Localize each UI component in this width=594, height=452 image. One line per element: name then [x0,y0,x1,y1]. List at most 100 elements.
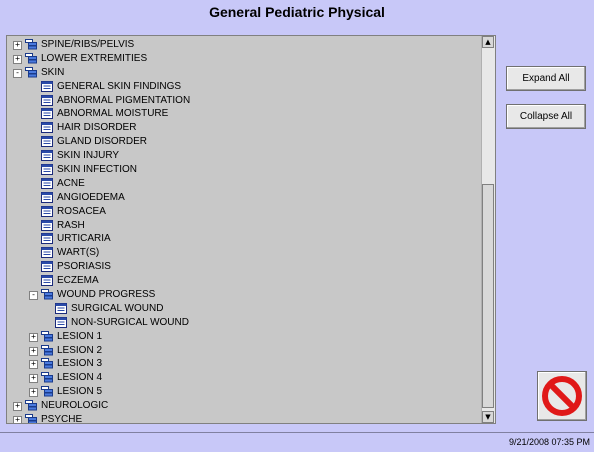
tree-item-label: GLAND DISORDER [57,136,148,148]
status-datetime: 9/21/2008 07:35 PM [508,437,590,447]
tree-item[interactable]: RASH [7,219,483,233]
tree-item-label: GENERAL SKIN FINDINGS [57,80,182,92]
tree-item[interactable]: + NEUROLOGIC [7,399,483,413]
expand-toggle-icon[interactable]: + [29,374,38,384]
tree-item-label: SKIN [41,66,65,78]
tree-item[interactable]: - SKIN [7,66,483,80]
tree-item-label: WART(S) [57,247,100,259]
tree-item[interactable]: + LESION 1 [7,330,483,344]
tree-item[interactable]: HAIR DISORDER [7,121,483,135]
folder-list-icon [25,66,37,78]
document-icon [55,316,67,328]
tree-item-label: SKIN INFECTION [57,164,138,176]
cancel-button[interactable] [537,371,587,421]
scroll-down-button[interactable]: ▼ [482,411,494,423]
tree-item[interactable]: - WOUND PROGRESS [7,288,483,302]
expand-toggle-icon[interactable]: + [29,332,38,342]
tree-item[interactable]: ANGIOEDEMA [7,191,483,205]
collapse-toggle-icon[interactable]: - [29,291,38,301]
tree-item-label: HAIR DISORDER [57,122,137,134]
tree-item[interactable]: SKIN INFECTION [7,163,483,177]
tree-item[interactable]: GLAND DISORDER [7,135,483,149]
folder-list-icon [41,372,53,383]
folder-list-icon [25,400,37,411]
tree-item-label: LESION 3 [57,358,103,370]
scroll-up-button[interactable]: ▲ [482,36,494,48]
document-icon [41,191,53,203]
tree-item[interactable]: ABNORMAL PIGMENTATION [7,94,483,108]
document-icon [41,233,53,245]
collapse-toggle-icon[interactable]: - [13,68,22,78]
tree-item[interactable]: + LESION 4 [7,371,483,385]
tree-item[interactable]: PSORIASIS [7,260,483,274]
document-icon [41,136,53,148]
tree-item[interactable]: + PSYCHE [7,413,483,424]
tree-item-label: ACNE [57,177,85,189]
tree-item-label: WOUND PROGRESS [57,289,156,301]
document-icon [41,150,53,162]
tree-item-label: RASH [57,219,85,231]
scroll-thumb[interactable] [482,184,494,408]
tree-item[interactable]: ROSACEA [7,205,483,219]
expand-toggle-icon[interactable]: + [13,54,22,64]
category-tree[interactable]: + SPINE/RIBS/PELVIS + LOWER EXTREMITIES - SKI… [6,35,496,424]
expand-toggle-icon[interactable]: + [29,388,38,398]
expand-toggle-icon[interactable]: + [29,346,38,356]
tree-scrollbar[interactable]: ▲ ▼ [481,36,495,423]
document-icon [41,275,53,287]
tree-item[interactable]: SKIN INJURY [7,149,483,163]
tree-item[interactable]: + SPINE/RIBS/PELVIS [7,38,483,52]
document-icon [41,247,53,259]
tree-item[interactable]: ACNE [7,177,483,191]
tree-item-label: LESION 4 [57,372,103,384]
tree-rows: + SPINE/RIBS/PELVIS + LOWER EXTREMITIES - SKI… [7,38,483,424]
tree-item[interactable]: WART(S) [7,246,483,260]
tree-item-label: NEUROLOGIC [41,400,109,412]
tree-item-label: PSYCHE [41,414,83,424]
document-icon [41,177,53,189]
tree-item-label: ROSACEA [57,205,106,217]
tree-item[interactable]: + LESION 5 [7,385,483,399]
tree-item-label: NON-SURGICAL WOUND [71,316,189,328]
expand-all-button[interactable]: Expand All [506,66,586,91]
tree-item-label: LESION 5 [57,386,103,398]
tree-item[interactable]: URTICARIA [7,232,483,246]
tree-item-label: URTICARIA [57,233,111,245]
document-icon [41,219,53,231]
tree-item[interactable]: SURGICAL WOUND [7,302,483,316]
folder-list-icon [25,39,37,50]
document-icon [41,205,53,217]
tree-item[interactable]: + LESION 3 [7,357,483,371]
expand-toggle-icon[interactable]: + [29,360,38,370]
tree-item[interactable]: + LOWER EXTREMITIES [7,52,483,66]
tree-item[interactable]: GENERAL SKIN FINDINGS [7,80,483,94]
folder-list-icon [41,289,53,300]
document-icon [55,302,67,314]
tree-item-label: LESION 2 [57,344,103,356]
folder-list-icon [25,414,37,423]
tree-item[interactable]: ABNORMAL MOISTURE [7,107,483,121]
tree-item[interactable]: ECZEMA [7,274,483,288]
tree-item-label: ABNORMAL MOISTURE [57,108,169,120]
tree-item-label: ABNORMAL PIGMENTATION [57,94,191,106]
collapse-all-button[interactable]: Collapse All [506,104,586,129]
tree-item[interactable]: NON-SURGICAL WOUND [7,316,483,330]
tree-item-label: LOWER EXTREMITIES [41,52,148,64]
document-icon [41,94,53,106]
tree-item-label: SKIN INJURY [57,150,120,162]
folder-list-icon [41,386,53,397]
expand-toggle-icon[interactable]: + [13,41,22,50]
page-title: General Pediatric Physical [209,4,385,20]
expand-toggle-icon[interactable]: + [13,402,22,412]
tree-item-label: SPINE/RIBS/PELVIS [41,39,135,50]
tree-item-label: ECZEMA [57,275,99,287]
tree-item-label: LESION 1 [57,330,103,342]
document-icon [41,108,53,120]
tree-item-label: PSORIASIS [57,261,111,273]
tree-item[interactable]: + LESION 2 [7,344,483,358]
expand-toggle-icon[interactable]: + [13,416,22,423]
folder-list-icon [41,344,53,356]
folder-list-icon [41,330,53,342]
no-symbol-icon [542,376,582,416]
document-icon [41,164,53,176]
